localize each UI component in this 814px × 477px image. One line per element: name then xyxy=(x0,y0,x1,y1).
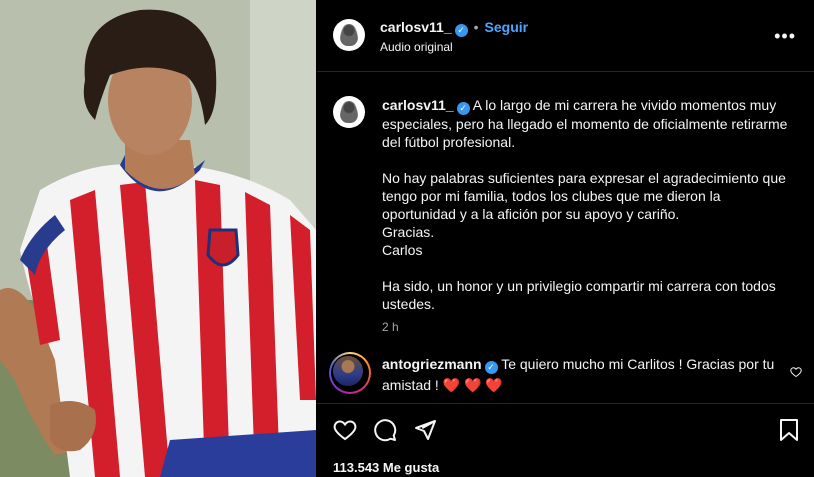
author-username[interactable]: carlosv11_ xyxy=(380,19,452,35)
verified-icon: ✓ xyxy=(456,102,470,115)
caption-text: carlosv11_ ✓ A lo largo de mi carrera he … xyxy=(382,96,792,331)
avatar-photo xyxy=(333,356,363,386)
comment-username[interactable]: antogriezmann xyxy=(382,356,482,372)
separator-dot: • xyxy=(473,19,479,35)
audio-label[interactable]: Audio original xyxy=(380,40,453,54)
comment-like-icon[interactable] xyxy=(790,366,802,378)
player-illustration xyxy=(0,0,316,477)
caption-avatar[interactable] xyxy=(333,96,365,128)
follow-button[interactable]: Seguir xyxy=(485,19,529,35)
avatar-silhouette xyxy=(340,24,358,46)
header-divider xyxy=(317,71,814,72)
more-icon[interactable]: ••• xyxy=(774,26,796,47)
post-photo[interactable] xyxy=(0,0,316,477)
heart-icon[interactable] xyxy=(333,418,357,442)
comment-icon[interactable] xyxy=(373,418,397,442)
header-title-row: carlosv11_ ✓ • Seguir xyxy=(380,19,528,37)
verified-icon: ✓ xyxy=(454,24,468,37)
share-icon[interactable] xyxy=(413,418,437,442)
author-avatar[interactable] xyxy=(333,19,365,51)
likes-count[interactable]: 113.543 Me gusta xyxy=(333,460,439,475)
caption-signature: Carlos xyxy=(382,242,423,258)
post-timestamp[interactable]: 2 h xyxy=(382,320,399,334)
action-bar xyxy=(317,404,814,454)
caption-username[interactable]: carlosv11_ xyxy=(382,97,454,113)
caption-thanks: Gracias. xyxy=(382,224,435,240)
caption-paragraph-2: No hay palabras suficientes para expresa… xyxy=(382,170,786,222)
post-details: carlosv11_ ✓ • Seguir Audio original ••• ca… xyxy=(317,0,814,477)
save-icon[interactable] xyxy=(778,418,800,442)
avatar-silhouette xyxy=(340,101,358,123)
post-header: carlosv11_ ✓ • Seguir Audio original ••• xyxy=(317,0,814,72)
verified-icon: ✓ xyxy=(484,361,498,374)
comment-item: antogriezmann ✓ Te quiero mucho mi Carlit… xyxy=(382,354,782,396)
comment-hearts: ❤️ ❤️ ❤️ xyxy=(442,377,503,393)
comment-avatar[interactable] xyxy=(329,352,371,394)
caption-paragraph-3: Ha sido, un honor y un privilegio compar… xyxy=(382,278,776,312)
